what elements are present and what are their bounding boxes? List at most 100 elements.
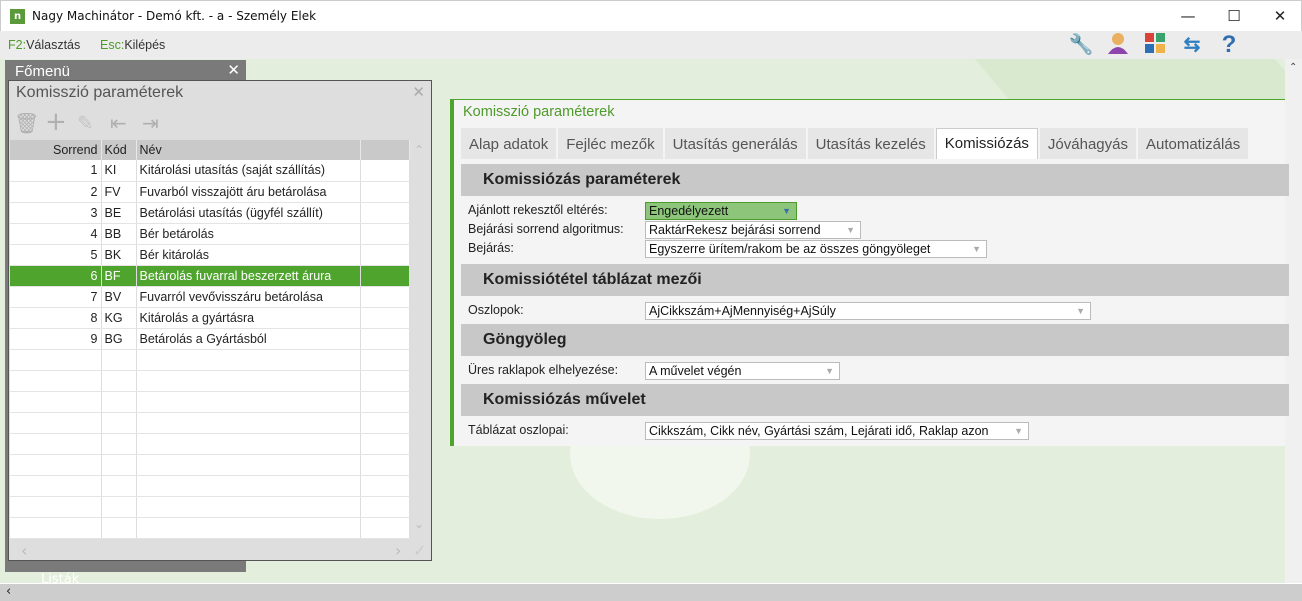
cell-sorrend (10, 454, 102, 476)
table-row[interactable] (10, 496, 410, 518)
scroll-down-icon[interactable]: ⌄ (414, 517, 424, 531)
cell-nev (136, 433, 361, 455)
cell-empty (360, 454, 410, 476)
cell-kod: BV (101, 286, 137, 308)
section-header: Komissiózás paraméterek (461, 164, 1289, 196)
check-icon[interactable]: ✓ (413, 541, 426, 560)
table-row[interactable]: 1 KI Kitárolási utasítás (saját szállítás) (10, 160, 410, 182)
cell-kod: BE (101, 202, 137, 224)
cell-empty (360, 349, 410, 371)
table-row[interactable]: 6 BF Betárolás fuvarral beszerzett árura (10, 265, 410, 287)
cell-empty (360, 223, 410, 245)
cell-kod (101, 433, 137, 455)
edit-icon[interactable]: ✎ (77, 111, 94, 135)
table-row[interactable]: 9 BG Betárolás a Gyártásból (10, 328, 410, 350)
move-down-icon[interactable]: ⇥ (142, 111, 159, 135)
table-row[interactable]: 7 BV Fuvarról vevővisszáru betárolása (10, 286, 410, 308)
f2-select-button[interactable]: F2:Választás (8, 38, 80, 52)
table-row[interactable]: 8 KG Kitárolás a gyártásra (10, 307, 410, 329)
horizontal-scrollbar[interactable]: ‹ (0, 583, 1302, 601)
cell-nev (136, 412, 361, 434)
table-row[interactable] (10, 370, 410, 392)
minimize-button[interactable]: — (1165, 1, 1211, 31)
cell-kod (101, 517, 137, 539)
col-nev[interactable]: Név (136, 140, 361, 160)
cell-sorrend: 5 (10, 244, 102, 266)
field-dropdown[interactable]: RaktárRekesz bejárási sorrend ▼ (645, 221, 861, 239)
cell-empty (360, 286, 410, 308)
move-up-icon[interactable]: ⇤ (110, 111, 127, 135)
field-dropdown[interactable]: Cikkszám, Cikk név, Gyártási szám, Lejár… (645, 422, 1029, 440)
tab-6[interactable]: Automatizálás (1137, 128, 1249, 159)
table-row[interactable] (10, 349, 410, 371)
table-row[interactable] (10, 433, 410, 455)
cell-kod (101, 349, 137, 371)
cell-sorrend (10, 475, 102, 497)
table-row[interactable] (10, 454, 410, 476)
cell-empty (360, 412, 410, 434)
dialog-title: Komisszió paraméterek (16, 84, 184, 101)
dropdown-value: RaktárRekesz bejárási sorrend (649, 223, 821, 237)
scroll-up-icon[interactable]: ⌃ (414, 143, 424, 157)
tab-4[interactable]: Komissiózás (935, 128, 1038, 159)
add-icon[interactable]: + (45, 107, 67, 137)
cell-nev: Bér betárolás (136, 223, 361, 245)
cell-empty (360, 307, 410, 329)
f2-key: F2: (8, 38, 27, 52)
cell-nev: Fuvarról vevővisszáru betárolása (136, 286, 361, 308)
cell-empty (360, 370, 410, 392)
cell-kod: BK (101, 244, 137, 266)
close-icon[interactable]: ✕ (227, 61, 240, 79)
tab-5[interactable]: Jóváhagyás (1039, 128, 1136, 159)
maximize-button[interactable]: ☐ (1211, 1, 1257, 31)
field-dropdown[interactable]: A művelet végén ▼ (645, 362, 840, 380)
tab-2[interactable]: Utasítás generálás (664, 128, 806, 159)
close-button[interactable]: ✕ (1257, 1, 1302, 31)
tab-0[interactable]: Alap adatok (461, 128, 557, 159)
cell-empty (360, 433, 410, 455)
menu-item-listak[interactable]: Listák (41, 572, 79, 587)
cell-sorrend: 2 (10, 181, 102, 203)
table-row[interactable] (10, 517, 410, 539)
table-row[interactable]: 4 BB Bér betárolás (10, 223, 410, 245)
esc-exit-button[interactable]: Esc:Kilépés (100, 38, 165, 52)
cell-empty (360, 475, 410, 497)
field-label: Bejárás: (468, 241, 514, 255)
cell-sorrend: 6 (10, 265, 102, 287)
table-row[interactable] (10, 391, 410, 413)
cell-nev: Betárolás a Gyártásból (136, 328, 361, 350)
section-header: Komissiózás művelet (461, 384, 1289, 416)
field-dropdown[interactable]: Egyszerre ürítem/rakom be az összes göng… (645, 240, 987, 258)
cell-sorrend (10, 391, 102, 413)
cell-nev (136, 349, 361, 371)
cell-sorrend: 8 (10, 307, 102, 329)
tab-1[interactable]: Fejléc mezők (558, 128, 663, 159)
cell-sorrend (10, 349, 102, 371)
table-row[interactable] (10, 412, 410, 434)
wrench-icon[interactable]: 🔧 (1064, 32, 1098, 58)
col-sorrend[interactable]: Sorrend (10, 140, 102, 160)
table-row[interactable]: 3 BE Betárolási utasítás (ügyfél szállít) (10, 202, 410, 224)
field-dropdown[interactable]: Engedélyezett ▼ (645, 202, 797, 220)
tab-3[interactable]: Utasítás kezelés (807, 128, 934, 159)
esc-key: Esc: (100, 38, 125, 52)
vertical-scrollbar[interactable]: ⌃ (1285, 59, 1302, 583)
col-kod[interactable]: Kód (101, 140, 137, 160)
user-icon[interactable] (1101, 32, 1135, 58)
field-label: Táblázat oszlopai: (468, 423, 569, 437)
delete-icon[interactable]: 🗑 (14, 111, 39, 135)
swap-icon[interactable]: ⇆ (1175, 32, 1209, 58)
close-icon[interactable]: ✕ (412, 83, 425, 101)
table-row[interactable] (10, 475, 410, 497)
dropdown-value: AjCikkszám+AjMennyiség+AjSúly (649, 304, 836, 318)
table-row[interactable]: 5 BK Bér kitárolás (10, 244, 410, 266)
scroll-right-icon[interactable]: › (395, 541, 401, 560)
apps-icon[interactable] (1138, 32, 1172, 58)
table-row[interactable]: 2 FV Fuvarból visszajött áru betárolása (10, 181, 410, 203)
section-header: Komissiótétel táblázat mezői (461, 264, 1289, 296)
cell-kod (101, 475, 137, 497)
field-dropdown[interactable]: AjCikkszám+AjMennyiség+AjSúly ▼ (645, 302, 1091, 320)
scroll-left-icon[interactable]: ‹ (21, 541, 27, 560)
help-icon[interactable]: ? (1212, 32, 1246, 58)
cell-empty (360, 517, 410, 539)
